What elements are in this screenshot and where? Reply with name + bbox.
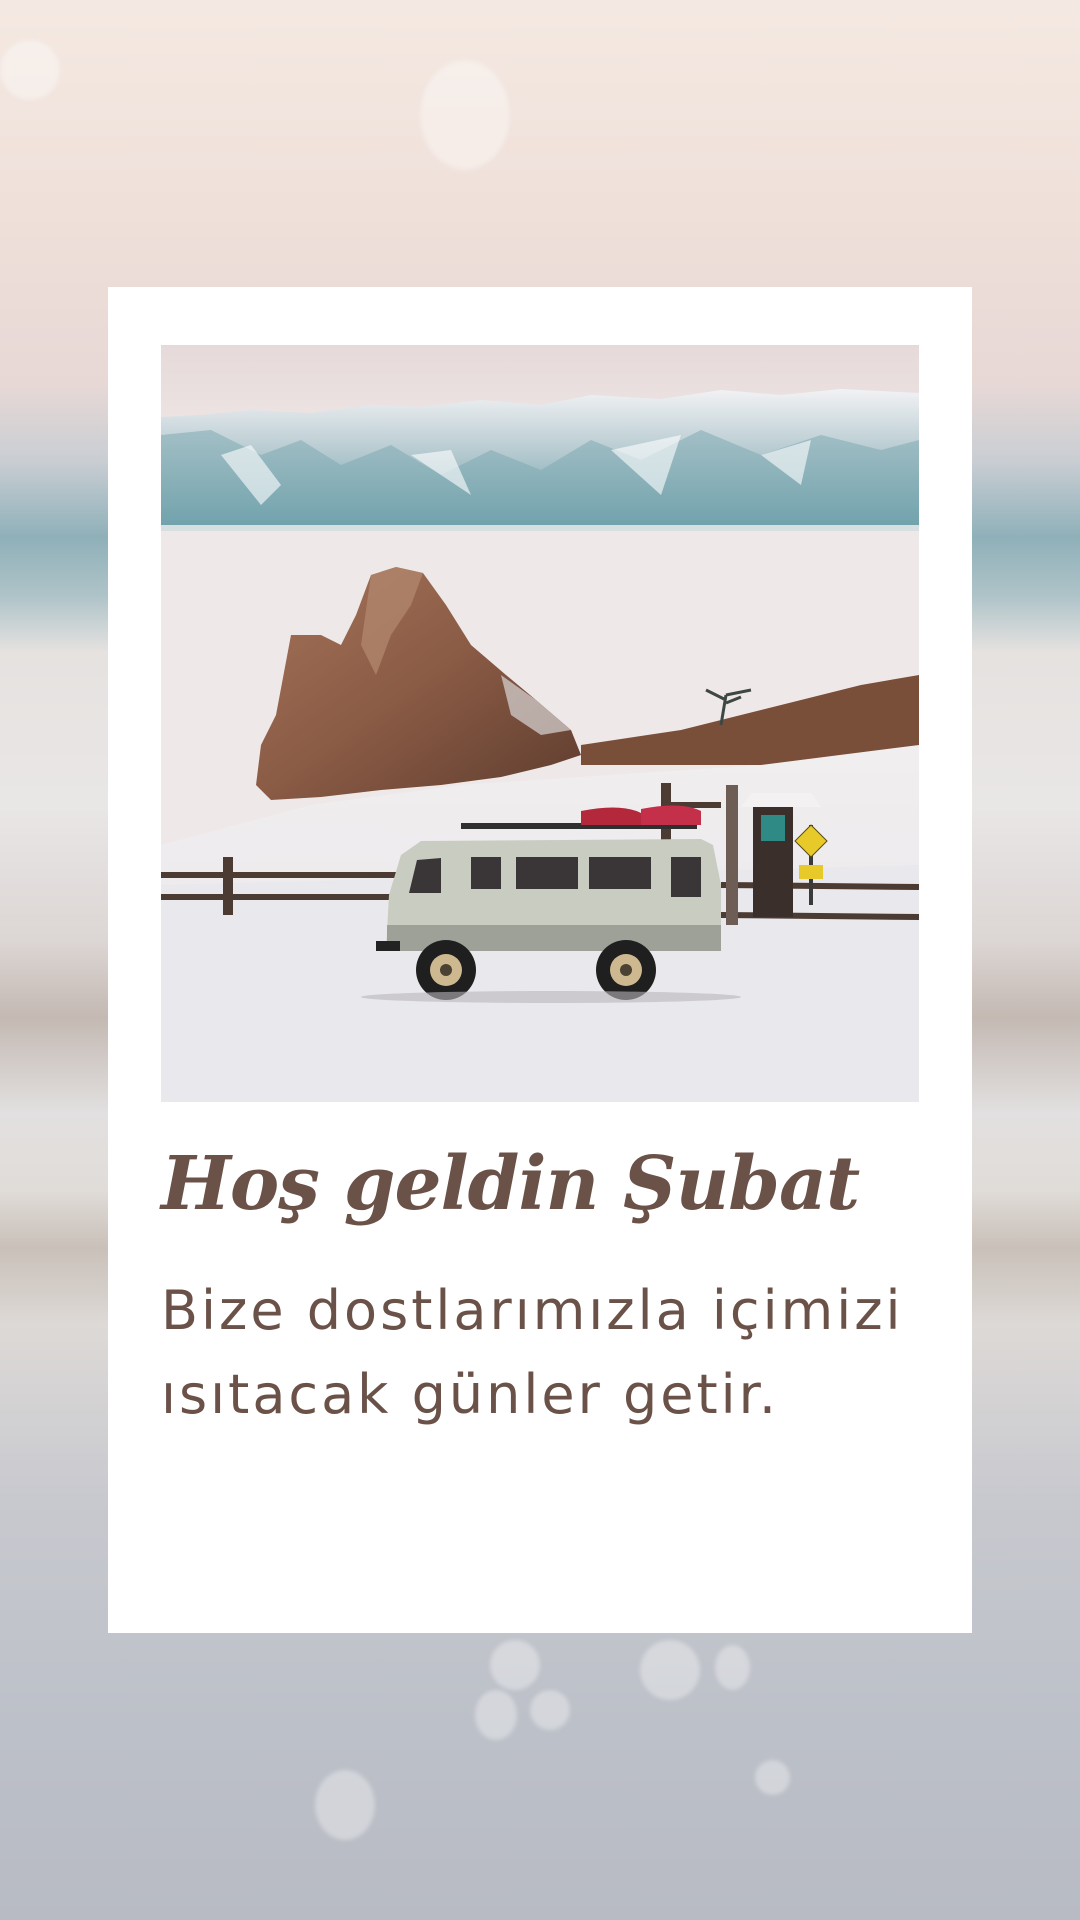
bokeh-dot: [715, 1645, 750, 1690]
bokeh-dot: [490, 1640, 540, 1690]
winter-van-photo: [161, 345, 919, 1102]
bokeh-dot: [420, 60, 510, 170]
bokeh-dot: [755, 1760, 790, 1795]
bokeh-dot: [475, 1690, 517, 1740]
bokeh-dot: [640, 1640, 700, 1700]
bokeh-dot: [0, 40, 60, 100]
card-subtitle: Bize dostlarımızla içimizi ısıtacak günl…: [161, 1279, 904, 1426]
bokeh-dot: [315, 1770, 375, 1840]
card-title: Hoş geldin Şubat: [161, 1141, 860, 1227]
bokeh-dot: [530, 1690, 570, 1730]
greeting-card: Hoş geldin Şubat Bize dostlarımızla içim…: [108, 287, 972, 1633]
